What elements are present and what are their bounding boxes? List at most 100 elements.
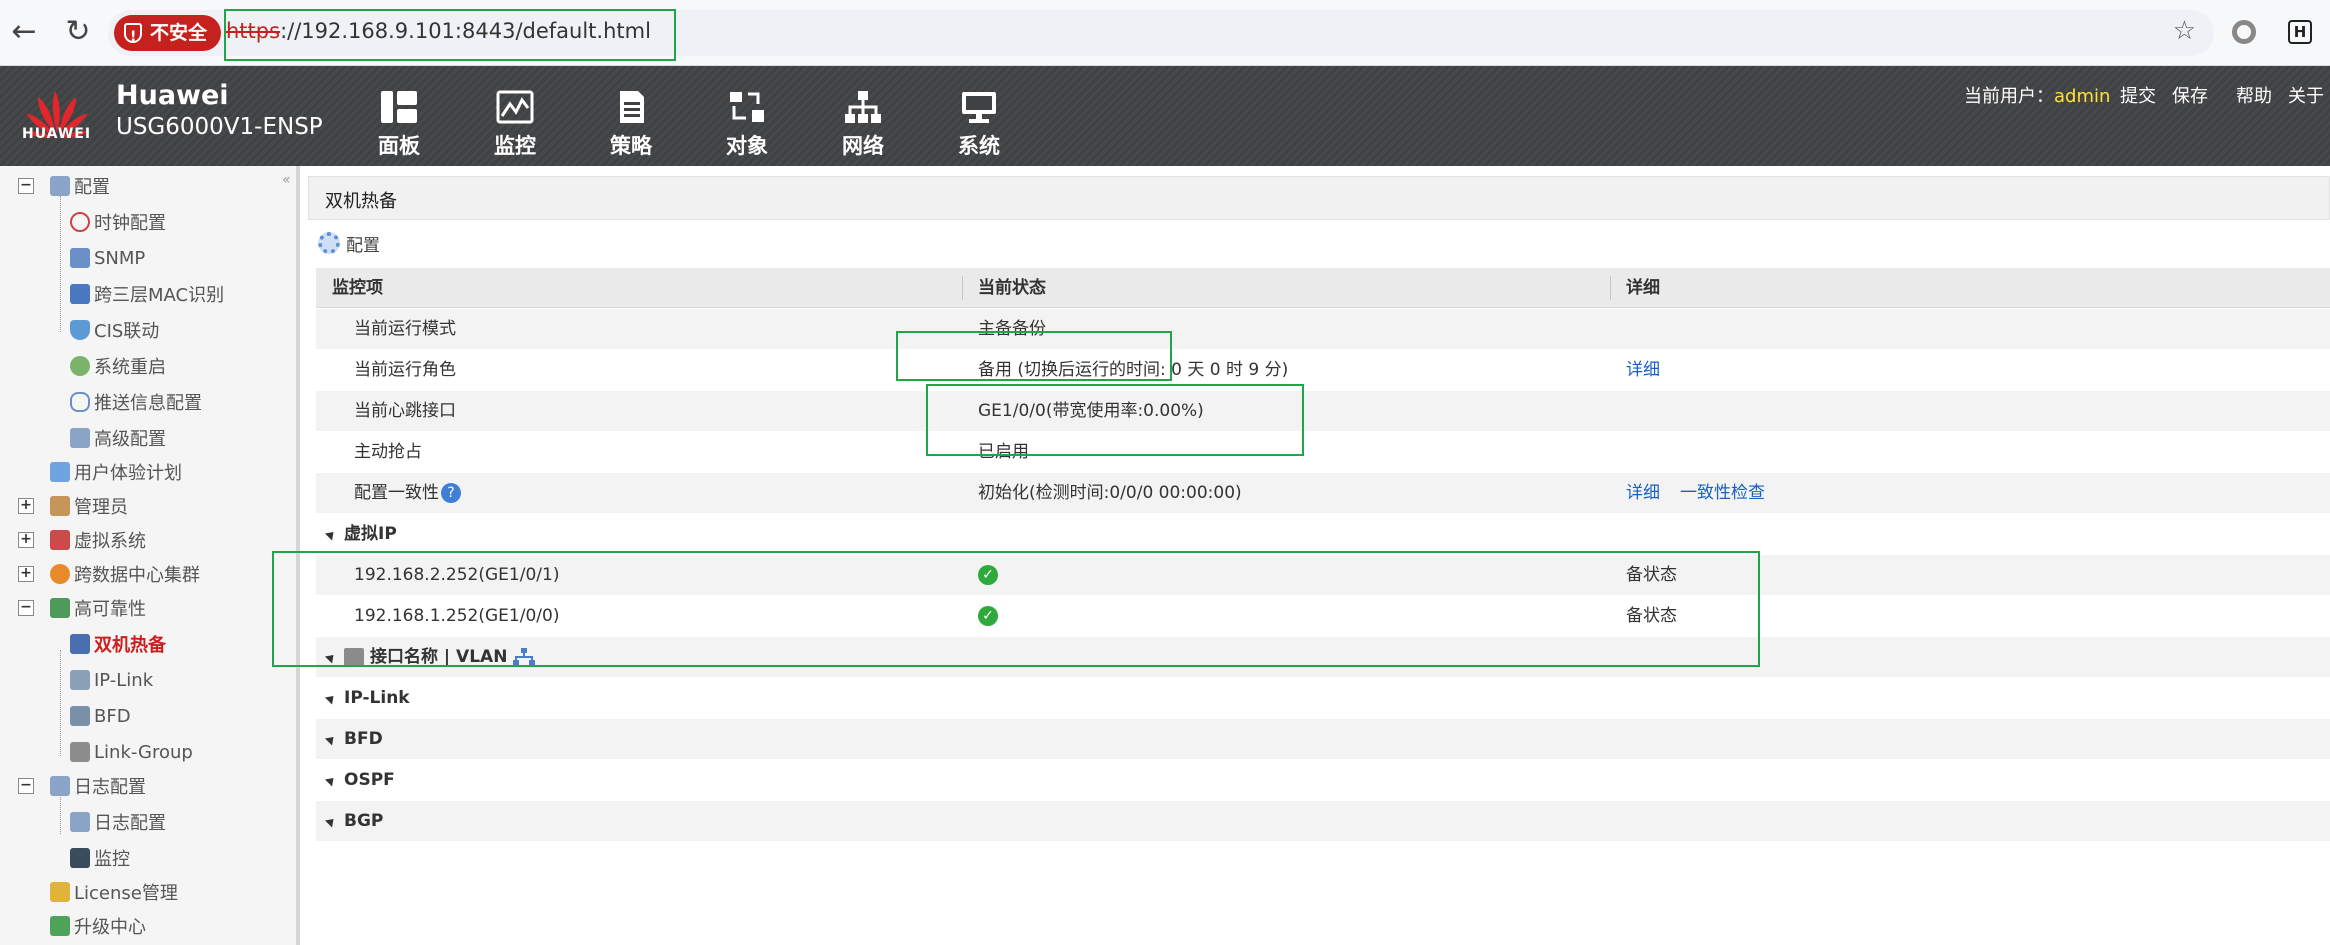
sidebar-item-hrp[interactable]: 双机热备	[70, 632, 166, 656]
collapse-ha-toggle[interactable]: −	[18, 600, 34, 616]
device-model: USG6000V1-ENSP	[116, 114, 323, 140]
about-button[interactable]: 关于	[2288, 82, 2324, 108]
address-bar[interactable]: 不安全 https://192.168.9.101:8443/default.h…	[108, 10, 2214, 56]
check-ok-icon: ✓	[978, 606, 998, 626]
sidebar-item-ux-plan[interactable]: 用户体验计划	[50, 460, 182, 484]
extension-circle-icon[interactable]	[2232, 20, 2256, 44]
bgp-section-header[interactable]: BGP	[316, 801, 2330, 841]
sidebar-item-log[interactable]: 日志配置	[50, 774, 146, 798]
linkgroup-icon	[70, 742, 90, 762]
bookmark-star-icon[interactable]: ☆	[2173, 16, 2196, 46]
config-icon	[50, 176, 70, 196]
object-icon	[730, 92, 764, 122]
help-button[interactable]: 帮助	[2236, 82, 2272, 108]
url-text[interactable]: https://192.168.9.101:8443/default.html	[226, 19, 651, 43]
monitor-icon	[496, 90, 534, 124]
iplink-icon	[70, 670, 90, 690]
expand-triangle-icon	[324, 528, 338, 541]
iplink-section-header[interactable]: IP-Link	[316, 678, 2330, 718]
mac-icon	[70, 284, 90, 304]
table-row: 主动抢占 已启用	[316, 432, 2330, 472]
reload-icon[interactable]: ↻	[60, 14, 96, 50]
menu-dashboard[interactable]: 面板	[354, 66, 444, 166]
consistency-check-link[interactable]: 一致性检查	[1680, 473, 1765, 513]
push-icon	[70, 392, 90, 412]
menu-network[interactable]: 网络	[818, 66, 908, 166]
sidebar-item-ha[interactable]: 高可靠性	[50, 596, 146, 620]
sidebar-item-snmp[interactable]: SNMP	[70, 246, 145, 270]
sidebar-item-bfd[interactable]: BFD	[70, 704, 131, 728]
sidebar-item-iplink[interactable]: IP-Link	[70, 668, 153, 692]
current-user: 当前用户：admin	[1964, 86, 2111, 107]
collapse-sidebar-icon[interactable]: «	[282, 172, 291, 188]
menu-policy[interactable]: 策略	[586, 66, 676, 166]
system-icon	[962, 92, 996, 123]
expand-admin-toggle[interactable]: +	[18, 498, 34, 514]
ha-icon	[50, 598, 70, 618]
sidebar-item-admin[interactable]: 管理员	[50, 494, 128, 518]
table-row: 192.168.1.252(GE1/0/0) ✓ 备状态	[316, 596, 2330, 636]
table-row: 当前运行模式 主备备份	[316, 309, 2330, 349]
browser-toolbar: ← ↻ 不安全 https://192.168.9.101:8443/defau…	[0, 0, 2330, 66]
ux-icon	[50, 462, 70, 482]
menu-object[interactable]: 对象	[702, 66, 792, 166]
interface-section-header[interactable]: 接口名称 | VLAN	[316, 637, 2330, 677]
not-secure-label: 不安全	[150, 22, 208, 44]
sidebar-item-clock[interactable]: 时钟配置	[70, 210, 166, 234]
expand-triangle-icon	[324, 815, 338, 828]
config-link[interactable]: 配置	[318, 226, 380, 260]
back-arrow-icon[interactable]: ←	[6, 14, 42, 50]
sidebar-item-linkgroup[interactable]: Link-Group	[70, 740, 193, 764]
sidebar-item-mac[interactable]: 跨三层MAC识别	[70, 282, 224, 306]
table-row: 配置一致性? 初始化(检测时间:0/0/0 00:00:00) 详细 一致性检查	[316, 473, 2330, 513]
cluster-icon	[50, 564, 70, 584]
sidebar-item-log-config[interactable]: 日志配置	[70, 810, 166, 834]
not-secure-badge[interactable]: 不安全	[114, 15, 222, 55]
extension-h-icon[interactable]: H	[2288, 20, 2312, 44]
page-title: 双机热备	[308, 176, 2330, 220]
sidebar-item-upgrade[interactable]: 升级中心	[50, 914, 146, 938]
collapse-config-toggle[interactable]: −	[18, 178, 34, 194]
sidebar-item-push[interactable]: 推送信息配置	[70, 390, 202, 414]
gear-icon	[318, 232, 340, 254]
bfd-section-header[interactable]: BFD	[316, 719, 2330, 759]
expand-triangle-icon	[324, 733, 338, 746]
table-row: 192.168.2.252(GE1/0/1) ✓ 备状态	[316, 555, 2330, 595]
sidebar-item-advanced[interactable]: 高级配置	[70, 426, 166, 450]
network-link-icon	[513, 648, 536, 665]
menu-system[interactable]: 系统	[934, 66, 1024, 166]
vsys-icon	[50, 530, 70, 550]
sidebar-item-restart[interactable]: 系统重启	[70, 354, 166, 378]
sidebar-item-config[interactable]: 配置	[50, 174, 110, 198]
sidebar-item-license[interactable]: License管理	[50, 880, 178, 904]
cis-icon	[70, 320, 90, 340]
submit-button[interactable]: 提交	[2120, 82, 2156, 108]
logo-text: HUAWEI	[22, 126, 92, 142]
clock-icon	[70, 212, 90, 232]
policy-icon	[620, 91, 644, 123]
sidebar-item-log-monitor[interactable]: 监控	[70, 846, 130, 870]
detail-link[interactable]: 详细	[1626, 473, 1660, 513]
brand-name: Huawei	[116, 80, 229, 111]
hrp-icon	[70, 634, 90, 654]
main-panel: 双机热备 配置 监控项 当前状态 详细 当前运行模式 主备备份 当前运行角色 备…	[308, 176, 2330, 945]
license-icon	[50, 882, 70, 902]
help-icon[interactable]: ?	[441, 483, 461, 503]
sidebar-item-cluster[interactable]: 跨数据中心集群	[50, 562, 200, 586]
sidebar-item-vsys[interactable]: 虚拟系统	[50, 528, 146, 552]
user-name: admin	[2054, 86, 2111, 107]
detail-link[interactable]: 详细	[1626, 350, 1660, 390]
upgrade-icon	[50, 916, 70, 936]
save-button[interactable]: 保存	[2172, 82, 2208, 108]
table-header: 监控项 当前状态 详细	[316, 268, 2330, 308]
sidebar-item-cis[interactable]: CIS联动	[70, 318, 159, 342]
expand-cluster-toggle[interactable]: +	[18, 566, 34, 582]
expand-vsys-toggle[interactable]: +	[18, 532, 34, 548]
admin-icon	[50, 496, 70, 516]
log-icon	[50, 776, 70, 796]
ospf-section-header[interactable]: OSPF	[316, 760, 2330, 800]
collapse-log-toggle[interactable]: −	[18, 778, 34, 794]
network-icon	[845, 91, 881, 123]
vip-section-header[interactable]: 虚拟IP	[316, 514, 2330, 554]
menu-monitor[interactable]: 监控	[470, 66, 560, 166]
